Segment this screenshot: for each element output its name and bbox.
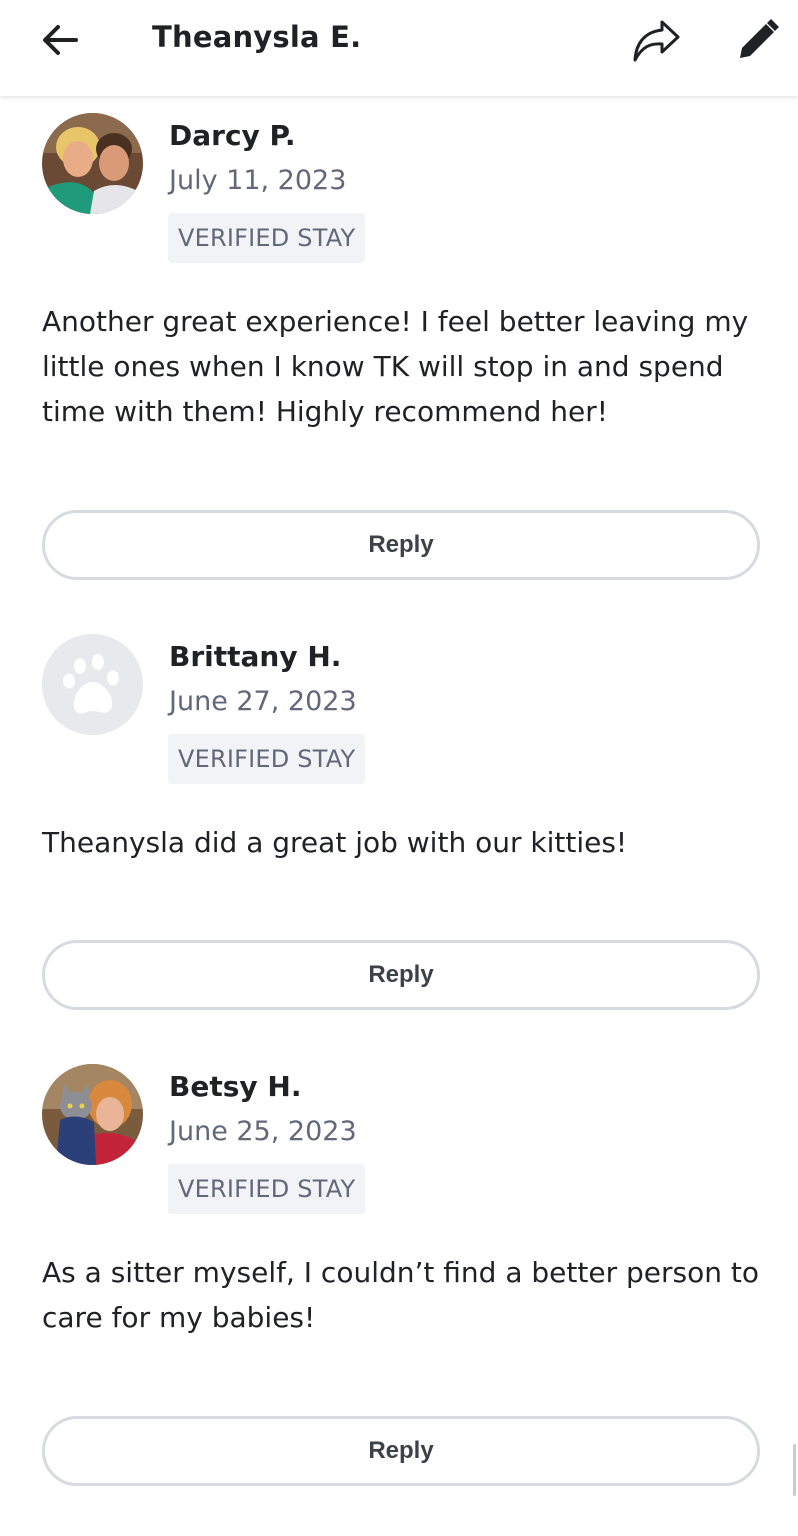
top-app-bar: Theanysla E. <box>0 0 798 96</box>
reply-button[interactable]: Reply <box>42 510 760 580</box>
reply-button[interactable]: Reply <box>42 940 760 1010</box>
reviewer-name: Darcy P. <box>169 119 296 152</box>
review-date: June 27, 2023 <box>169 686 357 717</box>
back-button[interactable] <box>36 16 84 64</box>
photo-couple <box>42 113 143 214</box>
edit-button[interactable] <box>732 14 784 66</box>
reviewer-avatar[interactable] <box>42 113 143 214</box>
share-arrow-icon <box>633 20 680 62</box>
arrow-left-icon <box>43 25 78 55</box>
review-text: As a sitter myself, I couldn’t find a be… <box>42 1256 759 1334</box>
paw-placeholder-icon <box>42 634 143 735</box>
review-text: Theanysla did a great job with our kitti… <box>42 826 628 859</box>
app-screen: Theanysla E. Darcy P. July 11, 2023 VERI… <box>0 0 798 1536</box>
verified-stay-badge: VERIFIED STAY <box>168 734 366 784</box>
reply-button[interactable]: Reply <box>42 1416 760 1486</box>
page-title: Theanysla E. <box>152 20 362 54</box>
pencil-icon <box>740 19 779 58</box>
review-date: July 11, 2023 <box>169 165 347 196</box>
reviewer-name: Brittany H. <box>169 640 342 673</box>
reviewer-name: Betsy H. <box>169 1070 302 1103</box>
scrollbar[interactable] <box>793 1444 796 1496</box>
review-date: June 25, 2023 <box>169 1116 357 1147</box>
review-text: Another great experience! I feel better … <box>42 305 749 428</box>
photo-woman-with-cat <box>42 1064 143 1165</box>
verified-stay-badge: VERIFIED STAY <box>168 213 366 263</box>
reviewer-avatar[interactable] <box>42 634 143 735</box>
verified-stay-badge: VERIFIED STAY <box>168 1164 366 1214</box>
reviewer-avatar[interactable] <box>42 1064 143 1165</box>
share-button[interactable] <box>628 14 684 66</box>
